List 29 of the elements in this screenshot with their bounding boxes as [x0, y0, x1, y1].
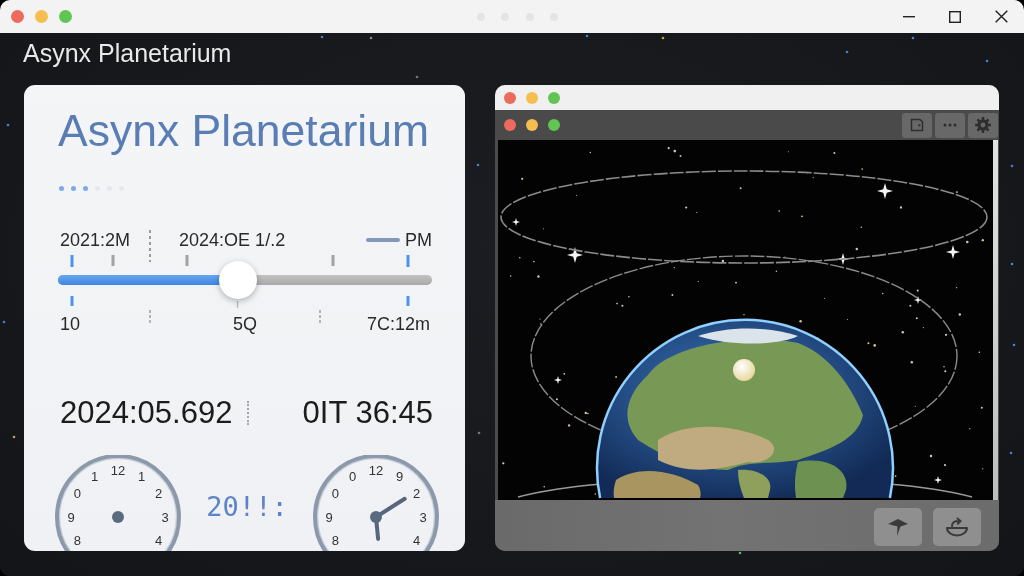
scale-label: 2024:OE 1/.2	[179, 229, 286, 251]
clock-numeral: 0	[73, 486, 81, 501]
clock-numeral: 1	[137, 468, 146, 484]
card-heading: Asynx Planetarium	[58, 105, 429, 157]
clock-numeral: 9	[395, 468, 404, 484]
scale-label: 5Q	[233, 313, 257, 335]
time-readout: 0IT 36:45	[302, 395, 433, 431]
clock-numeral: 8	[73, 533, 81, 548]
clock-numeral: 4	[413, 533, 421, 548]
clock-numeral: 3	[161, 509, 169, 525]
clock-numeral: 2	[155, 486, 163, 501]
clock-numeral: 9	[325, 509, 333, 525]
clock-numeral: 12	[368, 462, 384, 478]
legend-label: PM	[405, 229, 432, 251]
clock-numeral: 12	[110, 462, 126, 478]
scale-label: 10	[60, 313, 81, 335]
app-title: Asynx Planetarium	[23, 38, 232, 68]
clock-numeral: 0	[348, 468, 357, 484]
clock-numeral: 3	[419, 509, 427, 525]
scale-label: 2021:2M	[60, 229, 131, 251]
clock-numeral: 2	[413, 486, 421, 501]
clock-numeral: 4	[155, 533, 163, 548]
clock-numeral: 9	[67, 509, 75, 525]
clock-numeral: 8	[331, 533, 339, 548]
date-readout: 2024:05.692	[60, 395, 233, 431]
clock-numeral: 1	[90, 468, 99, 484]
scale-label: 7C:12m	[366, 313, 430, 335]
digital-readout: 20!!:	[206, 491, 288, 523]
clock-numeral: 0	[331, 486, 339, 501]
